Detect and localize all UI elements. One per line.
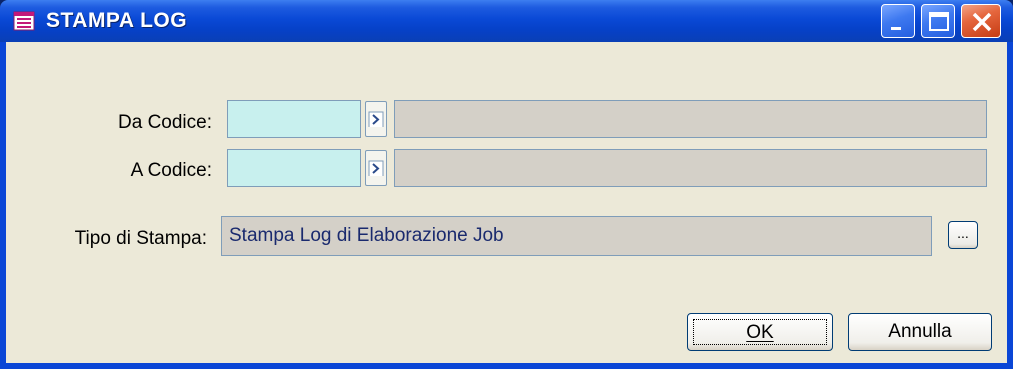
- cancel-button[interactable]: Annulla: [848, 313, 992, 351]
- a-codice-description: [394, 149, 987, 187]
- tipo-stampa-browse-button[interactable]: ...: [948, 221, 978, 249]
- minimize-icon: [891, 27, 901, 30]
- da-codice-description: [394, 100, 987, 138]
- minimize-button[interactable]: [881, 4, 915, 38]
- window-frame-right: [1007, 42, 1013, 369]
- title-bar[interactable]: STAMPA LOG: [0, 0, 1013, 42]
- print-log-icon: [13, 11, 35, 31]
- a-codice-input[interactable]: [227, 149, 361, 187]
- ok-button-label: OK: [693, 319, 827, 345]
- window-title: STAMPA LOG: [46, 9, 188, 32]
- dialog-window: STAMPA LOG Da Codice: A Codice: Tipo di …: [0, 0, 1013, 369]
- a-codice-lookup-button[interactable]: [365, 150, 387, 186]
- tipo-stampa-label: Tipo di Stampa:: [74, 228, 207, 249]
- maximize-button[interactable]: [921, 4, 955, 38]
- da-codice-label: Da Codice:: [118, 112, 212, 133]
- close-button[interactable]: [961, 4, 1001, 38]
- window-frame-bottom: [0, 363, 1013, 369]
- da-codice-input[interactable]: [227, 100, 361, 138]
- chevron-right-icon: [368, 111, 384, 127]
- maximize-icon: [929, 12, 949, 31]
- ok-button[interactable]: OK: [687, 313, 833, 351]
- da-codice-lookup-button[interactable]: [365, 101, 387, 137]
- chevron-right-icon: [368, 160, 384, 176]
- tipo-stampa-field[interactable]: Stampa Log di Elaborazione Job: [221, 216, 932, 256]
- a-codice-label: A Codice:: [130, 160, 212, 181]
- close-icon: [972, 12, 992, 32]
